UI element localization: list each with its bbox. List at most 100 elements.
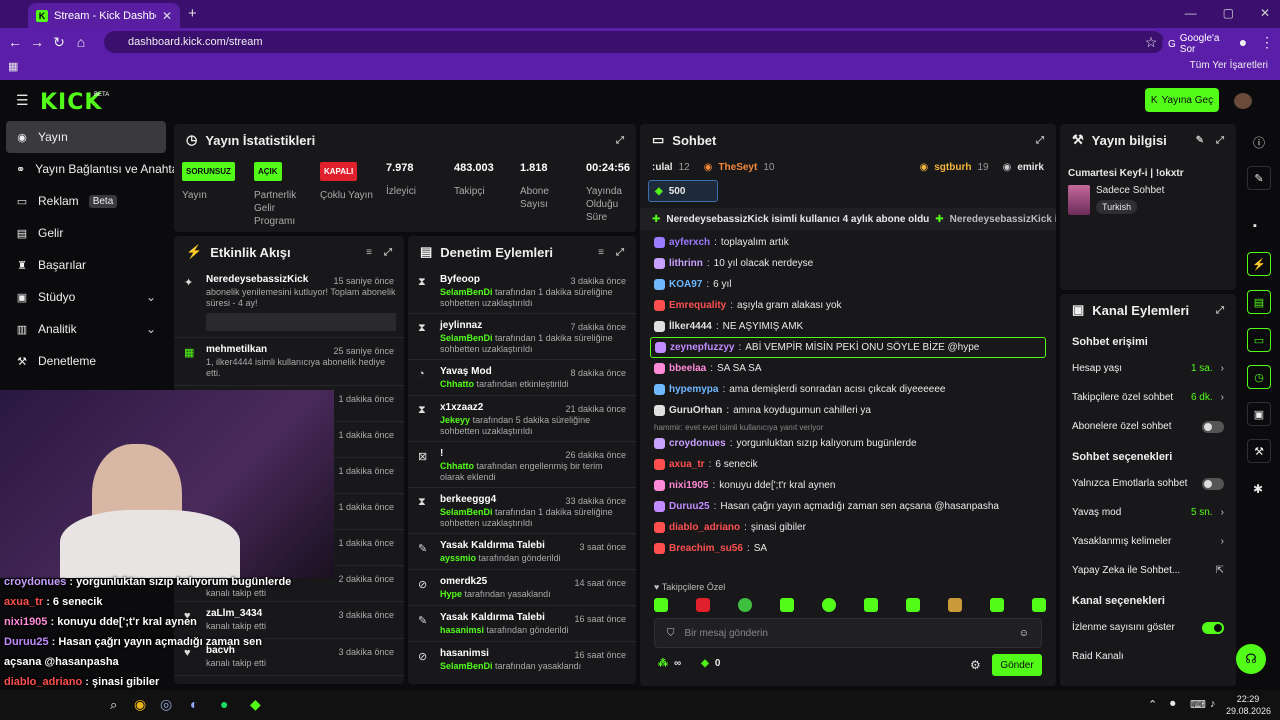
- info-icon[interactable]: ⓘ: [1253, 134, 1265, 151]
- support-headset-icon[interactable]: ☊: [1236, 644, 1266, 674]
- chat-username[interactable]: Breachim_su56: [669, 543, 743, 554]
- chrome-icon[interactable]: ◉: [134, 696, 146, 713]
- gifter-name[interactable]: :ulal: [652, 162, 673, 173]
- chat-username[interactable]: nixi1905: [669, 480, 708, 491]
- expand-icon[interactable]: ⤢: [616, 247, 624, 258]
- chat-username[interactable]: Duruu25: [669, 501, 710, 512]
- emote-icon[interactable]: [864, 598, 878, 612]
- emote-icon[interactable]: [654, 598, 668, 612]
- gifter-name[interactable]: sgtburh: [934, 162, 971, 173]
- forward-icon[interactable]: →: [26, 34, 48, 50]
- url-input[interactable]: dashboard.kick.com/stream G Google'a Sor: [104, 31, 1226, 55]
- search-icon[interactable]: ⌕: [110, 697, 117, 713]
- ai-chat-row[interactable]: Yapay Zeka ile Sohbet... ⇱: [1060, 556, 1236, 585]
- edit-icon[interactable]: ✎: [1196, 135, 1204, 146]
- chat-username[interactable]: ayferxch: [669, 237, 710, 248]
- network-icon[interactable]: ⌨: [1190, 698, 1206, 711]
- chat-username[interactable]: diablo_adriano: [669, 522, 740, 533]
- chat-input[interactable]: ⛉ Bir mesaj gönderin ☺: [654, 618, 1042, 648]
- kicks-pinned[interactable]: ◈ 500: [648, 180, 718, 202]
- expand-icon[interactable]: ⤢: [1036, 135, 1044, 146]
- gifter-name[interactable]: TheSeyt: [718, 162, 757, 173]
- rail-list-icon[interactable]: ▤: [1247, 290, 1271, 314]
- emote-icon[interactable]: [696, 598, 710, 612]
- go-live-button[interactable]: K Yayına Geç: [1145, 88, 1219, 112]
- emote-icon[interactable]: [948, 598, 962, 612]
- raid-row[interactable]: Raid Kanalı: [1060, 642, 1236, 671]
- google-ask-button[interactable]: G Google'a Sor: [1162, 33, 1226, 55]
- emote-icon[interactable]: [738, 598, 752, 612]
- emotes-only-toggle[interactable]: [1202, 477, 1224, 490]
- rail-calendar-icon[interactable]: ▣: [1247, 402, 1271, 426]
- avatar[interactable]: [1234, 93, 1252, 109]
- home-icon[interactable]: ⌂: [70, 34, 92, 50]
- filter-icon[interactable]: ≡: [366, 247, 372, 258]
- clock[interactable]: 22:29 29.08.2026: [1226, 693, 1271, 717]
- close-tab-icon[interactable]: ✕: [162, 9, 172, 23]
- settings-gear-icon[interactable]: ⚙: [970, 658, 981, 672]
- hamburger-menu-icon[interactable]: ☰: [16, 92, 29, 109]
- sidebar-item-stream-key[interactable]: ⚭ Yayın Bağlantısı ve Anahtar: [0, 153, 182, 185]
- emoji-icon[interactable]: ☺: [1019, 628, 1029, 639]
- emote-icon[interactable]: [990, 598, 1004, 612]
- steam-icon[interactable]: ◎: [160, 696, 172, 713]
- chat-username[interactable]: GuruOrhan: [669, 405, 722, 416]
- kick-app-icon[interactable]: ◆: [250, 696, 261, 713]
- chat-username[interactable]: hypemypa: [669, 384, 718, 395]
- account-age-row[interactable]: Hesap yaşı 1 sa. ›: [1060, 354, 1236, 383]
- rail-chat-icon[interactable]: ▭: [1247, 328, 1271, 352]
- emote-icon[interactable]: [906, 598, 920, 612]
- chat-username[interactable]: croydonues: [669, 438, 726, 449]
- profile-icon[interactable]: ●: [1232, 34, 1254, 50]
- rail-clock-icon[interactable]: ◷: [1247, 365, 1271, 389]
- tray-chevron-icon[interactable]: ⌃: [1148, 698, 1157, 711]
- slow-mode-row[interactable]: Yavaş mod 5 sn. ›: [1060, 498, 1236, 527]
- sidebar-item-analytics[interactable]: ▥ Analitik ⌄: [0, 313, 172, 345]
- sidebar-item-revenue[interactable]: ▤ Gelir: [0, 217, 172, 249]
- chat-username[interactable]: Emrequality: [669, 300, 726, 311]
- chat-username[interactable]: KOA97: [669, 279, 702, 290]
- all-bookmarks-link[interactable]: Tüm Yer İşaretleri: [1190, 60, 1268, 71]
- sidebar-item-achievements[interactable]: ♜ Başarılar: [0, 249, 172, 281]
- emote-icon[interactable]: [1032, 598, 1046, 612]
- followers-only-row[interactable]: Takipçilere özel sohbet 6 dk. ›: [1060, 383, 1236, 412]
- discord-icon[interactable]: ◐: [190, 696, 198, 712]
- close-window-icon[interactable]: ✕: [1260, 6, 1270, 20]
- rail-settings-icon[interactable]: ✱: [1253, 482, 1263, 496]
- rail-edit-icon[interactable]: ✎: [1247, 166, 1271, 190]
- chat-username[interactable]: lithrinn: [669, 258, 703, 269]
- spotify-icon[interactable]: ●: [220, 696, 228, 712]
- maximize-icon[interactable]: ▢: [1223, 6, 1234, 20]
- chat-username[interactable]: bbeelaa: [669, 363, 706, 374]
- browser-tab[interactable]: K Stream - Kick Dashboard ✕: [28, 3, 180, 28]
- subs-only-toggle[interactable]: [1202, 420, 1224, 433]
- expand-icon[interactable]: ⤢: [1216, 135, 1224, 146]
- menu-dots-icon[interactable]: ⋮: [1256, 34, 1278, 51]
- send-button[interactable]: Gönder: [992, 654, 1042, 676]
- expand-icon[interactable]: ⤢: [384, 247, 392, 258]
- microphone-icon[interactable]: ⏺: [1170, 698, 1176, 711]
- emote-icon[interactable]: [780, 598, 794, 612]
- chat-username[interactable]: zeynepfuzzyy: [670, 342, 734, 353]
- expand-icon[interactable]: ⤢: [616, 135, 624, 146]
- chat-username[interactable]: İlker4444: [669, 321, 712, 332]
- filter-icon[interactable]: ≡: [598, 247, 604, 258]
- apps-grid-icon[interactable]: ▦: [8, 60, 18, 73]
- rail-wrench-icon[interactable]: ⚒: [1247, 439, 1271, 463]
- volume-icon[interactable]: ♪: [1210, 698, 1216, 710]
- sidebar-item-moderation[interactable]: ⚒ Denetleme: [0, 345, 172, 377]
- chat-username[interactable]: axua_tr: [669, 459, 705, 470]
- sidebar-item-studio[interactable]: ▣ Stüdyo ⌄: [0, 281, 172, 313]
- minimize-icon[interactable]: —: [1185, 6, 1197, 20]
- banned-words-row[interactable]: Yasaklanmış kelimeler ›: [1060, 527, 1236, 556]
- sidebar-item-ads[interactable]: ▭ Reklam Beta: [0, 185, 172, 217]
- bookmark-star-icon[interactable]: ☆: [1140, 34, 1162, 51]
- reload-icon[interactable]: ↻: [48, 34, 70, 51]
- rail-media-icon[interactable]: ▪: [1253, 220, 1257, 232]
- expand-icon[interactable]: ⤢: [1216, 305, 1224, 316]
- rail-lightning-icon[interactable]: ⚡: [1247, 252, 1271, 276]
- new-tab-icon[interactable]: +: [188, 5, 197, 22]
- emote-icon[interactable]: [822, 598, 836, 612]
- show-viewers-toggle[interactable]: [1202, 621, 1224, 634]
- sidebar-item-stream[interactable]: ◉ Yayın: [6, 121, 166, 153]
